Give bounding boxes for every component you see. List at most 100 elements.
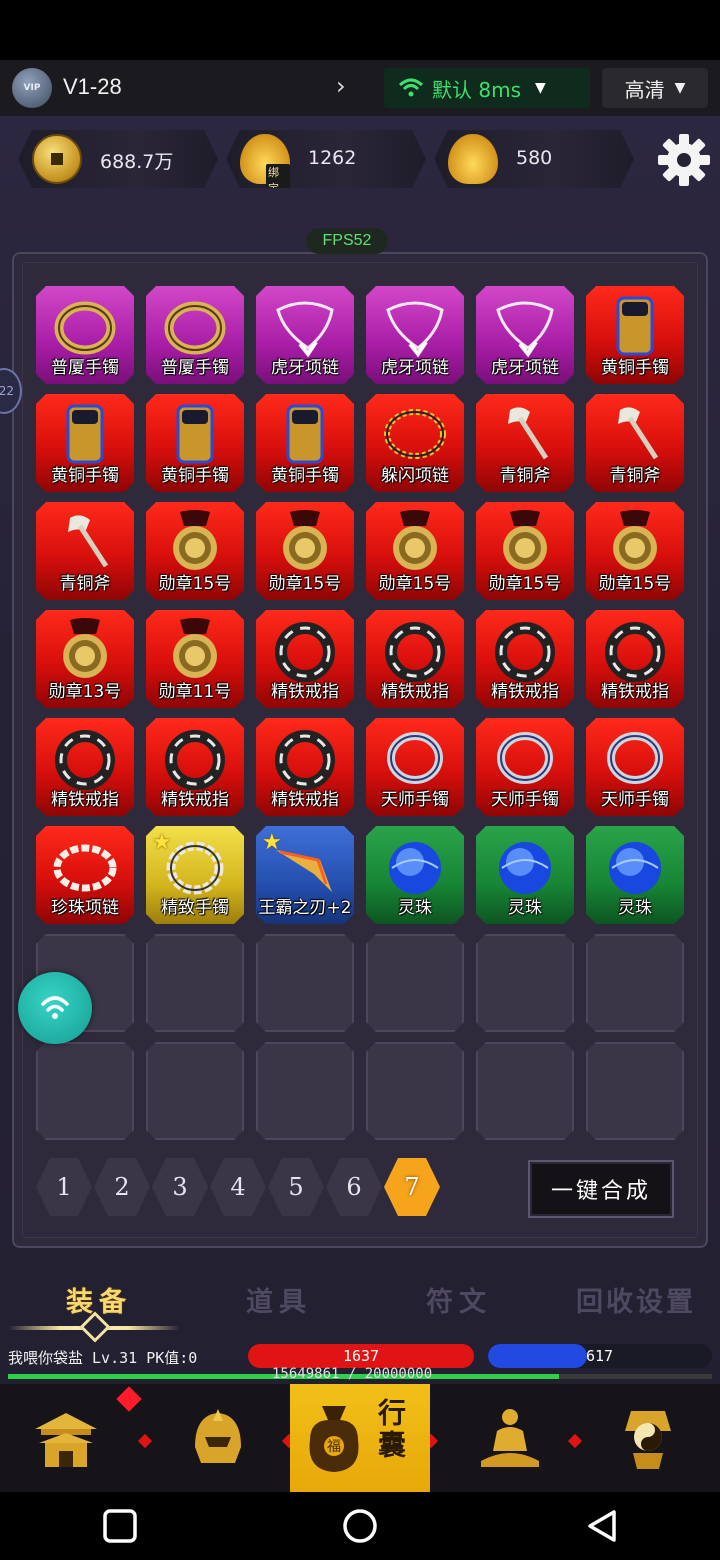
inventory-slot[interactable]: 灵珠 — [476, 826, 574, 924]
category-tabs: 装备 道具 符文 回收设置 — [0, 1270, 720, 1326]
inventory-slot[interactable]: 勋章15号 — [256, 502, 354, 600]
inventory-slot[interactable]: ★ 精致手镯 — [146, 826, 244, 924]
tab-items[interactable]: 道具 — [246, 1280, 312, 1319]
item-name: 黄铜手镯 — [161, 466, 229, 486]
nav-taoism[interactable] — [588, 1384, 708, 1492]
empty-slot[interactable] — [366, 1042, 464, 1140]
empty-slot[interactable] — [366, 934, 464, 1032]
inventory-slot[interactable]: 普厦手镯 — [36, 286, 134, 384]
inventory-slot[interactable]: 普厦手镯 — [146, 286, 244, 384]
inventory-slot[interactable]: 精铁戒指 — [476, 610, 574, 708]
item-name: 勋章15号 — [268, 574, 342, 594]
page-button[interactable]: 5 — [268, 1158, 324, 1216]
item-name: 勋章15号 — [158, 574, 232, 594]
ring-icon — [275, 622, 335, 682]
inventory-slot[interactable]: 天师手镯 — [366, 718, 464, 816]
nav-character[interactable] — [158, 1384, 278, 1492]
pagination: 1234567 — [36, 1158, 440, 1216]
inventory-slot[interactable]: 精铁戒指 — [256, 718, 354, 816]
item-name: 青铜斧 — [59, 574, 111, 594]
nav-palace[interactable] — [6, 1384, 126, 1492]
inventory-slot[interactable]: 青铜斧 — [36, 502, 134, 600]
inventory-slot[interactable]: ★ 王霸之刃+2 — [256, 826, 354, 924]
page-button[interactable]: 3 — [152, 1158, 208, 1216]
empty-slot[interactable] — [256, 934, 354, 1032]
gold-coin-icon — [32, 134, 82, 184]
empty-slot[interactable] — [36, 1042, 134, 1140]
inventory-slot[interactable]: 黄铜手镯 — [36, 394, 134, 492]
floating-network-button[interactable] — [18, 972, 92, 1044]
inventory-slot[interactable]: 虎牙项链 — [256, 286, 354, 384]
silver-bracelet-icon — [497, 732, 553, 784]
inventory-slot[interactable]: 勋章15号 — [586, 502, 684, 600]
item-name: 黄铜手镯 — [271, 466, 339, 486]
back-icon[interactable] — [584, 1508, 620, 1544]
bead-necklace-icon — [384, 409, 446, 459]
empty-slot[interactable] — [586, 1042, 684, 1140]
empty-slot[interactable] — [586, 934, 684, 1032]
currency-bound-ingot: 绑定 1262 — [226, 130, 426, 188]
inventory-slot[interactable]: 灵珠 — [586, 826, 684, 924]
inventory-slot[interactable]: 虎牙项链 — [366, 286, 464, 384]
caret-down-icon: ▼ — [534, 80, 546, 96]
inventory-slot[interactable]: 勋章15号 — [146, 502, 244, 600]
page-button[interactable]: 2 — [94, 1158, 150, 1216]
inventory-slot[interactable]: 精铁戒指 — [256, 610, 354, 708]
tab-equipment[interactable]: 装备 — [66, 1280, 132, 1319]
version-label[interactable]: V1-28 — [63, 74, 122, 100]
inventory-slot[interactable]: 精铁戒指 — [366, 610, 464, 708]
bracelet-icon — [164, 301, 226, 355]
status-bar — [0, 0, 720, 60]
quality-selector[interactable]: 高清 ▼ — [602, 68, 708, 108]
inventory-slot[interactable]: 勋章13号 — [36, 610, 134, 708]
inventory-slot[interactable]: 黄铜手镯 — [146, 394, 244, 492]
inventory-slot[interactable]: 珍珠项链 — [36, 826, 134, 924]
page-button[interactable]: 7 — [384, 1158, 440, 1216]
mp-bar: 617 — [488, 1344, 712, 1368]
item-name: 虎牙项链 — [381, 358, 449, 378]
item-name: 虎牙项链 — [491, 358, 559, 378]
avatar[interactable]: VIP — [12, 68, 52, 108]
network-selector[interactable]: 默认 8ms ▼ — [384, 68, 590, 108]
inventory-slot[interactable]: 灵珠 — [366, 826, 464, 924]
empty-slot[interactable] — [476, 1042, 574, 1140]
empty-slot[interactable] — [146, 1042, 244, 1140]
inventory-slot[interactable]: 虎牙项链 — [476, 286, 574, 384]
axe-icon — [618, 407, 659, 460]
network-label: 默认 8ms — [432, 77, 521, 102]
inventory-slot[interactable]: 黄铜手镯 — [586, 286, 684, 384]
page-button[interactable]: 1 — [36, 1158, 92, 1216]
item-name: 珍珠项链 — [51, 898, 119, 918]
inventory-slot[interactable]: 精铁戒指 — [146, 718, 244, 816]
page-button[interactable]: 4 — [210, 1158, 266, 1216]
necklace-icon — [386, 301, 444, 358]
empty-slot[interactable] — [256, 1042, 354, 1140]
inventory-slot[interactable]: 躲闪项链 — [366, 394, 464, 492]
inventory-slot[interactable]: 勋章11号 — [146, 610, 244, 708]
nav-cultivate[interactable] — [450, 1384, 570, 1492]
tab-runes[interactable]: 符文 — [426, 1280, 492, 1319]
tab-recycle-settings[interactable]: 回收设置 — [576, 1280, 696, 1319]
empty-slot[interactable] — [146, 934, 244, 1032]
recents-icon[interactable] — [102, 1508, 138, 1544]
inventory-slot[interactable]: 天师手镯 — [586, 718, 684, 816]
page-button[interactable]: 6 — [326, 1158, 382, 1216]
nav-bag[interactable]: 福 行囊 — [290, 1384, 430, 1492]
inventory-slot[interactable]: 精铁戒指 — [586, 610, 684, 708]
home-icon[interactable] — [342, 1508, 378, 1544]
chevron-right-icon[interactable]: › — [336, 72, 346, 100]
empty-slot[interactable] — [476, 934, 574, 1032]
item-name: 勋章15号 — [598, 574, 672, 594]
inventory-slot[interactable]: 天师手镯 — [476, 718, 574, 816]
inventory-slot[interactable]: 勋章15号 — [476, 502, 574, 600]
gear-icon[interactable] — [656, 132, 712, 188]
player-info: 我喂你袋盐 Lv.31 PK值:0 — [8, 1349, 198, 1367]
inventory-slot[interactable]: 精铁戒指 — [36, 718, 134, 816]
necklace-icon — [276, 301, 334, 358]
inventory-slot[interactable]: 青铜斧 — [476, 394, 574, 492]
inventory-slot[interactable]: 黄铜手镯 — [256, 394, 354, 492]
merge-button[interactable]: 一键合成 — [528, 1160, 674, 1218]
gold-value: 688.7万 — [100, 151, 174, 173]
inventory-slot[interactable]: 勋章15号 — [366, 502, 464, 600]
inventory-slot[interactable]: 青铜斧 — [586, 394, 684, 492]
